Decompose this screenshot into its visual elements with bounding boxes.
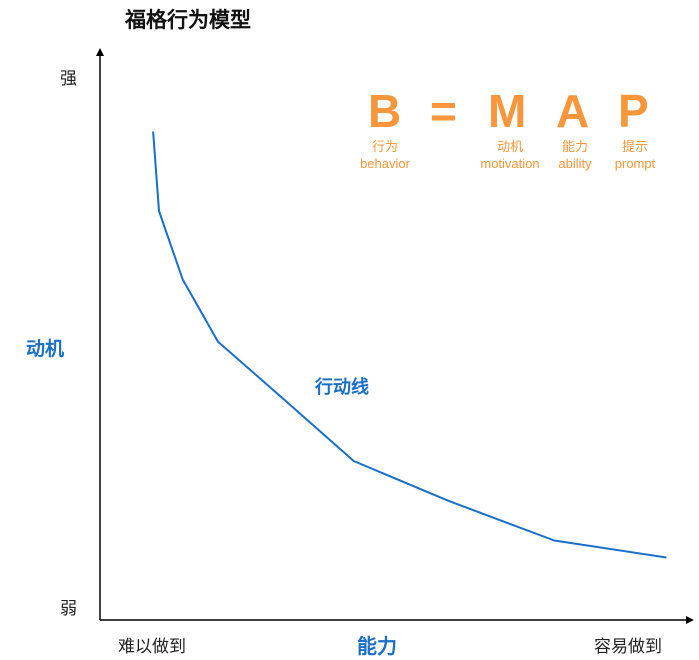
chart-title: 福格行为模型	[125, 8, 251, 32]
formula-equals: =	[430, 85, 457, 137]
x-tick-label-easy: 容易做到	[594, 637, 662, 657]
formula-caption-ability: 能力 ability	[552, 138, 598, 172]
caption-en: motivation	[480, 156, 540, 171]
caption-en: ability	[558, 156, 592, 171]
behavior-model-chart	[96, 48, 694, 624]
formula-letter-m: M	[488, 85, 527, 137]
formula-caption-prompt: 提示 prompt	[608, 138, 662, 172]
series-layer	[152, 131, 667, 559]
caption-zh: 能力	[561, 139, 588, 154]
formula-letter-p: P	[618, 85, 649, 137]
formula-letter-a: A	[556, 85, 590, 137]
formula-letter-b: B	[368, 85, 402, 137]
caption-en: behavior	[360, 156, 410, 171]
caption-zh: 动机	[496, 139, 523, 154]
caption-zh: 行为	[371, 139, 398, 154]
formula-caption-behavior: 行为 behavior	[355, 138, 415, 172]
y-tick-label-strong: 强	[60, 69, 77, 89]
caption-en: prompt	[614, 156, 656, 171]
x-axis-title: 能力	[357, 634, 397, 658]
caption-zh: 提示	[621, 139, 648, 154]
y-tick-label-weak: 弱	[60, 599, 77, 619]
x-tick-label-hard: 难以做到	[118, 637, 186, 657]
action-line-series	[152, 131, 667, 559]
y-axis-title: 动机	[26, 338, 65, 360]
action-line-label: 行动线	[315, 377, 369, 398]
formula-caption-motivation: 动机 motivation	[474, 138, 546, 172]
